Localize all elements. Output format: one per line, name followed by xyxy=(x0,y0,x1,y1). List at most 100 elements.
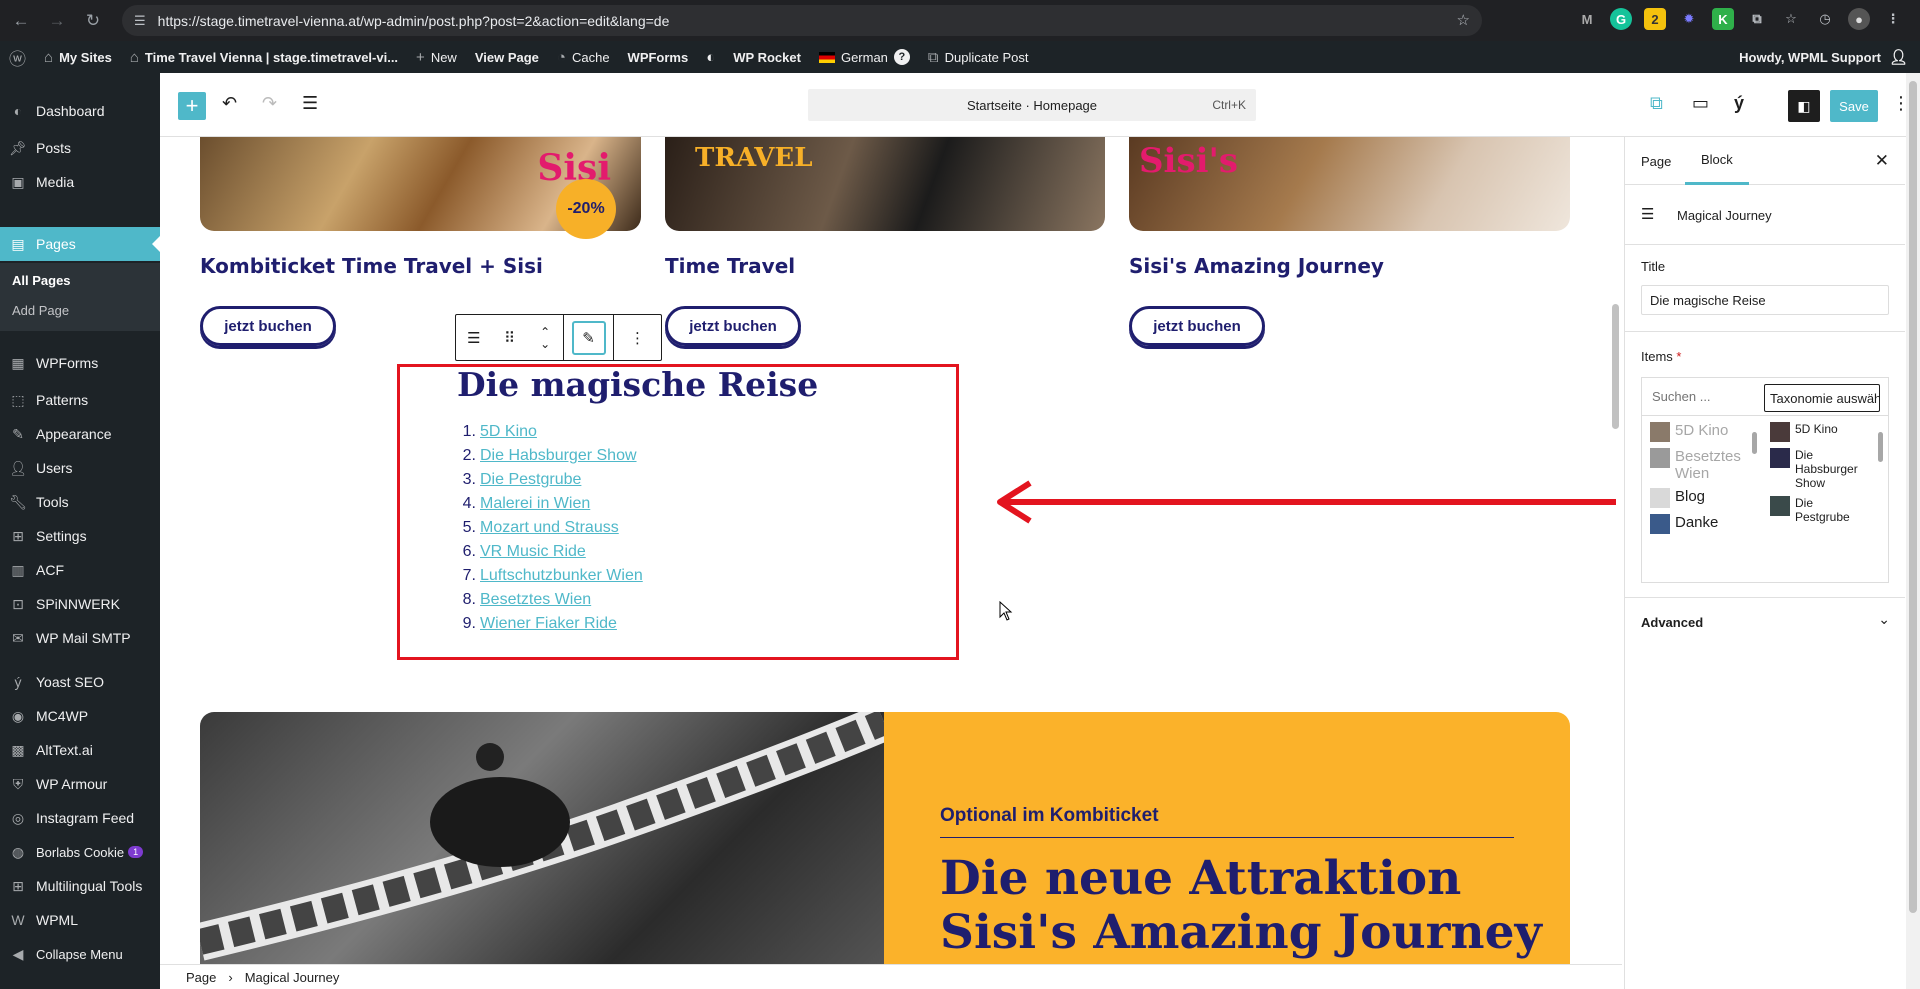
extension-m-icon[interactable]: M xyxy=(1576,8,1598,30)
sidebar-item-posts[interactable]: 📌︎ Posts xyxy=(0,131,160,165)
list-link[interactable]: Die Habsburger Show xyxy=(480,447,637,471)
sidebar-item-wpml[interactable]: W WPML xyxy=(0,903,160,937)
taxonomy-select[interactable]: Taxonomie auswählen xyxy=(1764,384,1880,412)
sidebar-item-instagram-feed[interactable]: ◎ Instagram Feed xyxy=(0,801,160,835)
save-button[interactable]: Save xyxy=(1830,90,1878,122)
sisi-journey-image[interactable]: Sisi's xyxy=(1129,137,1570,231)
sidebar-item-users[interactable]: 👤︎ Users xyxy=(0,451,160,485)
grammarly-icon[interactable]: G xyxy=(1610,8,1632,30)
drag-handle-icon[interactable]: ⠿ xyxy=(495,329,523,347)
bookmarks-icon[interactable]: ☆ xyxy=(1780,8,1802,30)
my-account[interactable]: Howdy, WPML Support 👤︎ xyxy=(1739,41,1908,73)
sidebar-item-borlabs-cookie[interactable]: ◍ Borlabs Cookie 1 xyxy=(0,835,160,869)
extension-gear-icon[interactable]: ✹ xyxy=(1678,8,1700,30)
advanced-panel-toggle[interactable]: Advanced xyxy=(1641,615,1703,630)
sidebar-item-yoast[interactable]: ý Yoast SEO xyxy=(0,665,160,699)
sidebar-item-wp-armour[interactable]: ⛨ WP Armour xyxy=(0,767,160,801)
my-sites-link[interactable]: ⌂ My Sites xyxy=(35,41,121,73)
sidebar-item-alttext[interactable]: ▩ AltText.ai xyxy=(0,733,160,767)
extension-k-icon[interactable]: K xyxy=(1712,8,1734,30)
sidebar-item-multilingual-tools[interactable]: ⊞ Multilingual Tools xyxy=(0,869,160,903)
wordpress-logo-icon[interactable]: ⓦ xyxy=(0,41,35,73)
document-overview-icon[interactable]: ☰ xyxy=(302,93,318,114)
site-info-icon[interactable]: ☰ xyxy=(134,13,146,29)
breadcrumb-current[interactable]: Magical Journey xyxy=(245,970,340,985)
bookmark-star-icon[interactable]: ☆ xyxy=(1457,11,1470,29)
time-travel-image[interactable]: TRAVEL xyxy=(665,137,1105,231)
sidebar-item-wp-mail-smtp[interactable]: ✉ WP Mail SMTP xyxy=(0,621,160,655)
reload-icon[interactable]: ↻ xyxy=(78,6,108,36)
redo-icon[interactable]: ↷ xyxy=(262,93,277,114)
forward-icon[interactable]: → xyxy=(42,6,72,36)
language-switcher[interactable]: German? xyxy=(810,41,919,73)
block-inserter-button[interactable]: + xyxy=(178,92,206,120)
sidebar-item-wpforms[interactable]: ▦ WPForms xyxy=(0,346,160,380)
list-item[interactable]: Die Pestgrube xyxy=(1770,496,1866,524)
canvas-scrollbar[interactable] xyxy=(1610,137,1622,964)
selected-scrollbar[interactable] xyxy=(1878,422,1884,552)
list-link[interactable]: Mozart und Strauss xyxy=(480,519,619,543)
list-link[interactable]: Malerei in Wien xyxy=(480,495,590,519)
extensions-puzzle-icon[interactable]: ⧉ xyxy=(1746,8,1768,30)
available-scrollbar[interactable] xyxy=(1752,422,1758,552)
list-item[interactable]: 5D Kino xyxy=(1650,422,1746,442)
canvas-scrollbar-thumb[interactable] xyxy=(1612,304,1619,429)
edit-pencil-icon[interactable]: ✎ xyxy=(571,320,606,355)
site-name-link[interactable]: ⌂ Time Travel Vienna | stage.timetravel-v… xyxy=(121,41,407,73)
sidebar-item-media[interactable]: ▣ Media xyxy=(0,165,160,199)
list-link[interactable]: VR Music Ride xyxy=(480,543,586,567)
sidebar-item-spinnwerk[interactable]: ⊡ SPiNNWERK xyxy=(0,587,160,621)
submenu-add-page[interactable]: Add Page xyxy=(12,303,69,318)
sidebar-item-pages[interactable]: ▤ Pages xyxy=(0,227,160,261)
sidebar-item-tools[interactable]: 🔧︎ Tools xyxy=(0,485,160,519)
sidebar-item-mc4wp[interactable]: ◉ MC4WP xyxy=(0,699,160,733)
tab-page[interactable]: Page xyxy=(1641,137,1671,185)
settings-sidebar-toggle[interactable]: ◧ xyxy=(1788,90,1820,122)
list-link[interactable]: Wiener Fiaker Ride xyxy=(480,615,617,639)
device-preview-icon[interactable]: ▭ xyxy=(1692,93,1709,114)
sidebar-item-appearance[interactable]: ✎ Appearance xyxy=(0,417,160,451)
submenu-all-pages[interactable]: All Pages xyxy=(12,273,71,288)
yoast-seo-icon[interactable]: ý xyxy=(1734,93,1744,114)
cache-link[interactable]: ◔ Cache xyxy=(548,41,619,73)
query-monitor-icon[interactable]: ◐ xyxy=(697,41,724,73)
wp-rocket-link[interactable]: WP Rocket xyxy=(724,41,810,73)
view-page-link[interactable]: View Page xyxy=(466,41,548,73)
search-input[interactable]: Suchen ... xyxy=(1652,389,1711,404)
browser-menu-icon[interactable]: ⋮ xyxy=(1882,8,1904,30)
sidebar-item-patterns[interactable]: ⬚ Patterns xyxy=(0,383,160,417)
history-icon[interactable]: ◷ xyxy=(1814,8,1836,30)
block-type-icon[interactable]: ☰ xyxy=(460,329,488,347)
chevron-down-icon[interactable]: ⌄ xyxy=(1878,611,1890,628)
list-link[interactable]: 5D Kino xyxy=(480,423,537,447)
list-link[interactable]: Besetztes Wien xyxy=(480,591,591,615)
list-item[interactable]: Besetztes Wien xyxy=(1650,448,1746,482)
close-icon[interactable]: ✕ xyxy=(1875,151,1889,171)
undo-icon[interactable]: ↶ xyxy=(222,93,237,114)
book-button[interactable]: jetzt buchen xyxy=(1129,306,1265,346)
list-item[interactable]: Blog xyxy=(1650,488,1746,508)
wpforms-link[interactable]: WPForms xyxy=(619,41,698,73)
block-options-icon[interactable]: ⋮ xyxy=(624,329,652,347)
book-button[interactable]: jetzt buchen xyxy=(665,306,801,346)
new-content-link[interactable]: + New xyxy=(407,41,466,73)
book-button[interactable]: jetzt buchen xyxy=(200,306,336,346)
tab-block[interactable]: Block xyxy=(1685,137,1749,185)
extension-yellow-icon[interactable]: 2 xyxy=(1644,8,1666,30)
command-palette-button[interactable]: Startseite · Homepage Ctrl+K xyxy=(808,89,1256,121)
list-link[interactable]: Die Pestgrube xyxy=(480,471,581,495)
back-icon[interactable]: ← xyxy=(6,6,36,36)
view-page-external-icon[interactable]: ⧉ xyxy=(1650,93,1663,114)
sidebar-item-collapse[interactable]: ◀ Collapse Menu xyxy=(0,937,160,971)
list-item[interactable]: Die Habsburger Show xyxy=(1770,448,1866,490)
profile-avatar-icon[interactable]: ● xyxy=(1848,8,1870,30)
sidebar-item-acf[interactable]: ▥ ACF xyxy=(0,553,160,587)
move-up-down-icon[interactable]: ⌃ ⌄ xyxy=(531,326,559,350)
title-input[interactable]: Die magische Reise xyxy=(1641,285,1889,315)
list-item[interactable]: Danke xyxy=(1650,514,1746,534)
address-bar[interactable]: ☰ https://stage.timetravel-vienna.at/wp-… xyxy=(122,5,1482,36)
sidebar-item-dashboard[interactable]: ◐ Dashboard xyxy=(0,94,160,128)
list-item[interactable]: 5D Kino xyxy=(1770,422,1866,442)
duplicate-post-link[interactable]: ⧉ Duplicate Post xyxy=(919,41,1038,73)
list-link[interactable]: Luftschutzbunker Wien xyxy=(480,567,643,591)
